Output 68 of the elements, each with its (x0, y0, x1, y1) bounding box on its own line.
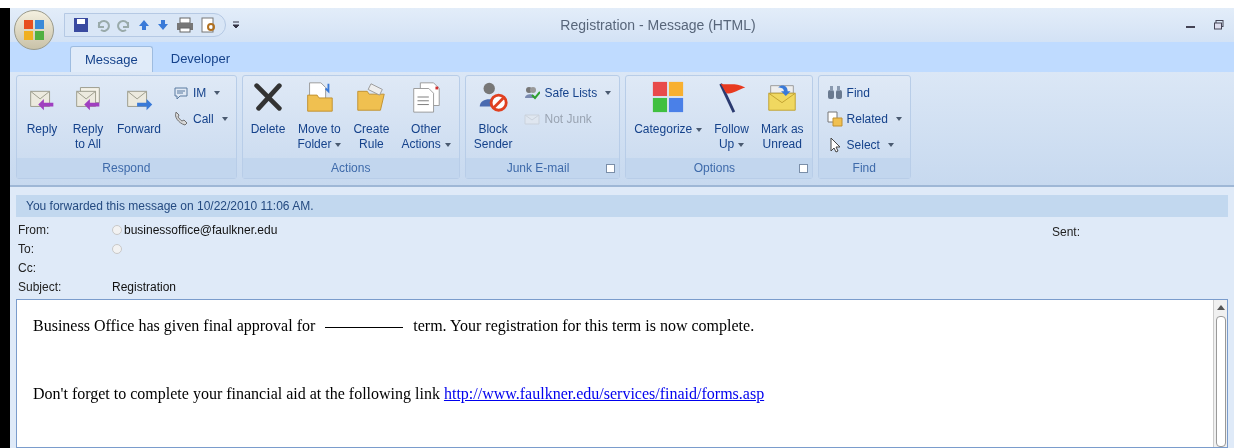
ribbon-button[interactable]: Create Rule (349, 76, 394, 158)
field-label: Sent: (1052, 224, 1082, 241)
group-label: Options (692, 160, 737, 177)
restore-icon[interactable] (1214, 20, 1224, 30)
field-value: Registration (112, 278, 177, 296)
caret-icon (335, 142, 342, 147)
caret-icon (221, 117, 228, 121)
ribbon-button[interactable]: Block Sender (469, 76, 517, 158)
ribbon-button[interactable]: Move to Folder (293, 76, 346, 158)
down-arrow-icon[interactable] (157, 19, 169, 31)
ribbon-tab[interactable]: Message (70, 46, 153, 72)
scrollbar[interactable] (1213, 300, 1227, 447)
field-label: To: (18, 240, 35, 258)
caret-icon (887, 143, 894, 147)
envelope-icon (524, 111, 541, 127)
ribbon-button[interactable]: Delete (246, 76, 290, 158)
caret-icon (895, 117, 902, 121)
ribbon-button[interactable]: Categorize (630, 76, 707, 158)
caret-icon (605, 91, 612, 95)
launcher-icon[interactable] (798, 163, 808, 173)
group-label: Junk E-mail (505, 160, 571, 177)
field-label: From: (18, 221, 51, 239)
group-label: Respond (101, 160, 152, 177)
field-label: Cc: (18, 259, 37, 277)
ribbon-button[interactable]: Reply to All (67, 76, 109, 158)
ribbon-button[interactable]: Follow Up (710, 76, 753, 158)
up-arrow-icon[interactable] (138, 19, 150, 31)
message-paragraph: Business Office has given final approval for term. Your registration for this term is now complete. (33, 316, 756, 337)
ribbon-button[interactable]: Related (822, 106, 906, 132)
ribbon-button[interactable]: Safe Lists (520, 80, 616, 106)
ribbon-button[interactable]: Select (822, 132, 906, 158)
link[interactable]: http://www.faulkner.edu/services/finaid/forms.asp (443, 385, 765, 402)
ribbon-button[interactable]: Forward (113, 76, 165, 158)
ribbon-button[interactable]: Reply (21, 76, 63, 158)
group-label: Actions (330, 160, 372, 177)
ribbon-button[interactable]: Call (169, 106, 232, 132)
customize-icon[interactable] (232, 21, 240, 29)
speech-bubble-icon (173, 85, 189, 101)
ribbon-button[interactable]: Other Actions (397, 76, 455, 158)
office-logo-icon[interactable] (14, 10, 54, 50)
caret-icon (214, 91, 221, 95)
ribbon-button[interactable]: Find (822, 80, 906, 106)
field-value: businessoffice@faulkner.edu (124, 221, 278, 239)
print-preview-icon[interactable] (201, 17, 217, 33)
caret-icon (444, 142, 451, 147)
caret-icon (696, 127, 703, 132)
launcher-icon[interactable] (606, 163, 616, 173)
redo-icon[interactable] (117, 18, 131, 32)
save-icon[interactable] (73, 17, 89, 33)
info-bar-text: You forwarded this message on 10/22/2010 11:06 AM. (26, 198, 314, 215)
ribbon-button[interactable]: IM (169, 80, 232, 106)
people-check-icon (524, 85, 541, 101)
printer-icon[interactable] (176, 17, 194, 33)
binoculars-icon (826, 85, 843, 101)
scroll-up-icon[interactable] (1216, 304, 1225, 310)
field-label: Subject: (18, 278, 63, 296)
documents-icon (826, 111, 843, 127)
color-squares-icon (651, 80, 686, 114)
ribbon-button[interactable]: Mark as Unread (756, 76, 808, 158)
message-paragraph: Don't forget to complete your financial aid at the following link http://www.faulkner.edu/services/finaid/forms.asp (33, 384, 766, 405)
phone-icon (173, 111, 189, 127)
presence-icon (112, 243, 122, 254)
ribbon-tab[interactable]: Developer (156, 46, 244, 72)
group-label: Find (851, 160, 877, 177)
caret-icon (738, 142, 745, 147)
presence-icon (112, 224, 122, 235)
window-title: Registration - Message (HTML) (559, 15, 757, 35)
undo-icon[interactable] (96, 18, 110, 32)
